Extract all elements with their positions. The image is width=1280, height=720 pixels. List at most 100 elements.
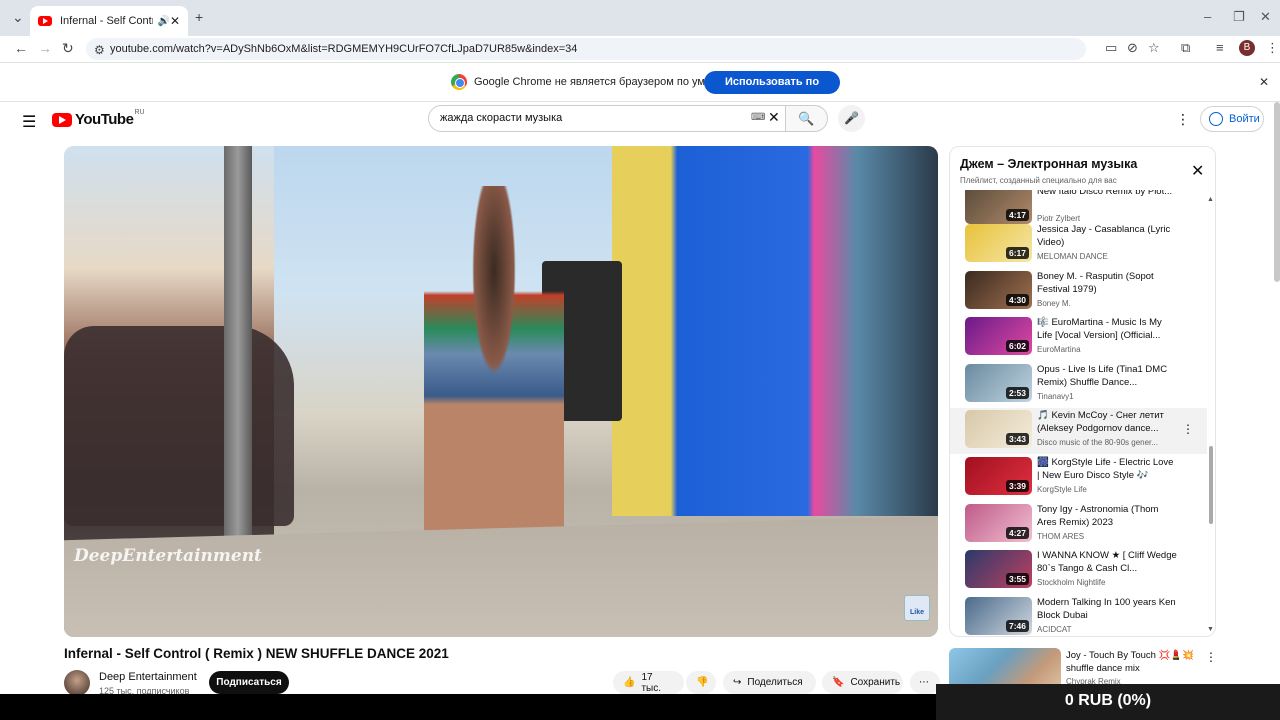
page-scrollbar[interactable] <box>1274 102 1280 282</box>
thumbs-down-icon: 👎 <box>696 677 709 688</box>
voice-search-button[interactable]: 🎤 <box>838 105 865 132</box>
playlist-item-thumbnail[interactable]: 3:43 <box>965 410 1032 448</box>
tab-search-icon[interactable]: ⌄ <box>12 9 24 26</box>
playlist-item-title: I WANNA KNOW ★ [ Cliff Wedge 80`s Tango … <box>1037 550 1177 574</box>
playlist-scrollbar[interactable] <box>1209 446 1213 524</box>
extensions-icon[interactable]: ⧉ <box>1181 40 1190 56</box>
subscribe-button[interactable]: Подписаться <box>209 671 289 694</box>
parked-car <box>64 326 294 526</box>
playlist-item-title: Boney M. - Rasputin (Sopot Festival 1979… <box>1037 271 1154 295</box>
eye-off-icon[interactable]: ⊘ <box>1127 40 1138 56</box>
like-count: 17 тыс. <box>641 671 661 694</box>
playlist-item-thumbnail[interactable]: 3:39 <box>965 457 1032 495</box>
recommendation-title[interactable]: Joy - Touch By Touch 💢💄💥 shuffle dance m… <box>1066 649 1196 675</box>
duration-badge: 3:43 <box>1005 433 1029 445</box>
playlist-item-channel: EuroMartina <box>1037 345 1081 354</box>
signin-label: Войти <box>1229 113 1260 125</box>
playlist-item[interactable]: 4:30 Boney M. - Rasputin (Sopot Festival … <box>950 269 1207 315</box>
playlist-item-thumbnail[interactable]: 7:46 <box>965 597 1032 635</box>
item-more-icon[interactable]: ⋮ <box>1182 422 1194 436</box>
playlist-item-thumbnail[interactable]: 6:02 <box>965 317 1032 355</box>
toolbar: ← → ↻ ⚙ youtube.com/watch?v=ADyShNb6OxM&… <box>0 36 1280 62</box>
microphone-icon: 🎤 <box>844 111 859 125</box>
close-window-icon[interactable]: ✕ <box>1260 9 1271 25</box>
save-label: Сохранить <box>850 677 901 688</box>
settings-more-icon[interactable]: ⋮ <box>1176 111 1190 128</box>
youtube-logo[interactable]: YouTube RU <box>52 109 145 128</box>
channel-avatar[interactable] <box>64 670 90 696</box>
url-text: youtube.com/watch?v=ADyShNb6OxM&list=RDG… <box>110 43 578 55</box>
video-watermark: DeepEntertainment <box>74 546 262 566</box>
playlist-items: 4:17 New Italo Disco Remix by Piot... Piot… <box>950 190 1207 635</box>
playlist-item-thumbnail[interactable]: 3:55 <box>965 550 1032 588</box>
playlist-item-thumbnail[interactable]: 4:17 <box>965 190 1032 224</box>
dislike-button[interactable]: 👎 <box>686 671 716 694</box>
chrome-menu-icon[interactable]: ⋮ <box>1266 40 1279 56</box>
playlist-item-channel: MELOMAN DANCE <box>1037 252 1108 261</box>
playlist-item[interactable]: 6:02 🎼 EuroMartina - Music Is My Life [Vo… <box>950 315 1207 361</box>
like-badge-icon: Like <box>904 595 930 621</box>
site-info-icon[interactable]: ⚙ <box>94 43 105 57</box>
duration-badge: 6:02 <box>1005 340 1029 352</box>
playlist-title[interactable]: Джем – Электронная музыка <box>960 157 1137 171</box>
duration-badge: 4:17 <box>1005 209 1029 221</box>
close-tab-icon[interactable]: ✕ <box>170 14 180 28</box>
speaker-icon[interactable]: 🔊 <box>157 16 169 27</box>
playlist-item[interactable]: 6:17 Jessica Jay - Casablanca (Lyric Vide… <box>950 222 1207 268</box>
profile-avatar[interactable]: B <box>1239 40 1255 56</box>
playlist-item-thumbnail[interactable]: 2:53 <box>965 364 1032 402</box>
clear-search-icon[interactable]: ✕ <box>768 109 780 126</box>
address-bar[interactable]: ⚙ youtube.com/watch?v=ADyShNb6OxM&list=R… <box>86 38 1086 60</box>
new-tab-button[interactable]: + <box>195 9 203 25</box>
duration-badge: 2:53 <box>1005 387 1029 399</box>
save-button[interactable]: 🔖 Сохранить <box>822 671 903 694</box>
signin-button[interactable]: Войти <box>1200 106 1264 132</box>
minimize-icon[interactable]: – <box>1204 9 1211 24</box>
scroll-up-icon[interactable]: ▲ <box>1207 196 1214 203</box>
recommendation-more-icon[interactable]: ⋮ <box>1205 650 1217 664</box>
playlist-item[interactable]: 2:53 Opus - Live Is Life (Tina1 DMC Remix… <box>950 362 1207 408</box>
duration-badge: 3:39 <box>1005 480 1029 492</box>
donation-overlay: 0 RUB (0%) <box>936 684 1280 720</box>
playlist-item[interactable]: 4:27 Tony Igy - Astronomia (Thom Ares Rem… <box>950 502 1207 548</box>
search-button[interactable]: 🔍 <box>786 105 828 132</box>
search-input[interactable]: жажда скорасти музыка <box>428 105 786 132</box>
share-button[interactable]: ↪ Поделиться <box>723 671 816 694</box>
playlist-item[interactable]: 3:39 🎆 KorgStyle Life - Electric Love | N… <box>950 455 1207 501</box>
set-default-button[interactable]: Использовать по умолчанию <box>704 71 840 111</box>
forward-icon[interactable]: → <box>38 40 52 56</box>
playlist-item-channel: Stockholm Nightlife <box>1037 578 1106 587</box>
playlist-item-channel: KorgStyle Life <box>1037 485 1087 494</box>
browser-tab[interactable]: Infernal - Self Control ( Remix 🔊 ✕ <box>30 6 188 36</box>
infobar-close-icon[interactable]: ✕ <box>1259 75 1269 89</box>
menu-icon[interactable]: ☰ <box>22 112 36 132</box>
share-label: Поделиться <box>747 677 803 688</box>
reload-icon[interactable]: ↻ <box>62 40 74 57</box>
search-icon: 🔍 <box>798 111 815 126</box>
playlist-item-title: 🎼 EuroMartina - Music Is My Life [Vocal … <box>1037 317 1162 341</box>
playlist-item-channel: Boney M. <box>1037 299 1071 308</box>
playlist-item-thumbnail[interactable]: 4:27 <box>965 504 1032 542</box>
playlist-item-thumbnail[interactable]: 6:17 <box>965 224 1032 262</box>
media-control-icon[interactable]: ≡ <box>1216 40 1224 55</box>
playlist-item-title: Modern Talking In 100 years Ken Block Du… <box>1037 597 1176 621</box>
share-icon: ↪ <box>733 677 742 688</box>
playlist-item[interactable]: 3:55 I WANNA KNOW ★ [ Cliff Wedge 80`s Ta… <box>950 548 1207 594</box>
like-button[interactable]: 👍 17 тыс. <box>613 671 684 694</box>
playlist-item-channel: Tinanavy1 <box>1037 392 1074 401</box>
keyboard-icon[interactable]: ⌨ <box>751 112 765 123</box>
channel-name[interactable]: Deep Entertainment <box>99 671 197 683</box>
playlist-item-title: Opus - Live Is Life (Tina1 DMC Remix) Sh… <box>1037 364 1168 388</box>
logo-country: RU <box>134 109 145 116</box>
back-icon[interactable]: ← <box>14 40 28 56</box>
restore-icon[interactable]: ❐ <box>1233 9 1245 25</box>
playlist-item[interactable]: 3:43 🎵 Kevin McCoy - Снег летит (Aleksey … <box>950 408 1207 454</box>
cast-icon[interactable]: ▭ <box>1105 40 1117 56</box>
close-playlist-icon[interactable]: ✕ <box>1191 161 1204 181</box>
playlist-item-thumbnail[interactable]: 4:30 <box>965 271 1032 309</box>
duration-badge: 4:30 <box>1005 294 1029 306</box>
scroll-down-icon[interactable]: ▼ <box>1207 626 1214 633</box>
chrome-logo-icon <box>451 74 467 90</box>
playlist-item[interactable]: 7:46 Modern Talking In 100 years Ken Bloc… <box>950 595 1207 635</box>
bookmark-star-icon[interactable]: ☆ <box>1148 40 1160 56</box>
